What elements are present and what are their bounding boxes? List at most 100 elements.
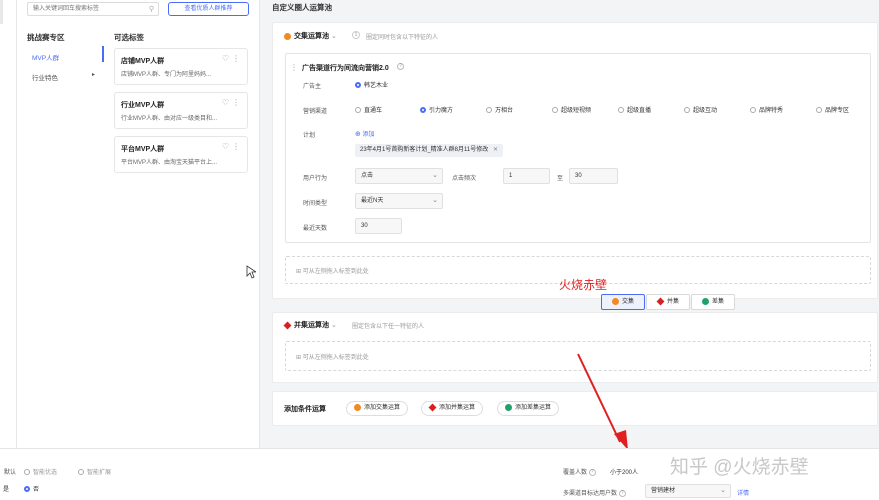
left-nav-strip <box>0 0 17 448</box>
click-from-value: 1 <box>509 173 513 179</box>
pool-count-badge: 1 <box>352 31 360 39</box>
click-to-value: 30 <box>575 173 582 179</box>
op-intersect-button[interactable]: 交集 <box>601 294 645 310</box>
click-frequency-label: 点击频次 <box>452 176 477 182</box>
drag-handle-icon[interactable]: ⋮ <box>232 98 240 107</box>
add-plan-button[interactable]: ⊕ 添加 <box>355 129 375 138</box>
no-label: 否 <box>33 487 40 493</box>
intersect-icon <box>284 32 291 40</box>
advertiser-label: 广告主 <box>303 84 322 90</box>
no-option[interactable]: 否 <box>24 484 39 493</box>
close-icon[interactable]: ✕ <box>493 147 498 153</box>
radio-icon[interactable] <box>552 107 558 114</box>
behavior-value: 点击 <box>361 173 374 179</box>
yes-option[interactable]: 是 <box>3 484 9 493</box>
coverage-label: 覆盖人数 ? <box>563 467 596 476</box>
default-label: 默认 <box>4 470 17 476</box>
red-annotation-text: 火烧赤壁 <box>559 278 608 292</box>
op-union-button[interactable]: 并集 <box>646 294 690 310</box>
channel-option-short-video[interactable]: 超级短视频 <box>552 105 591 114</box>
tag-card[interactable]: 平台MVP人群 ♡ ⋮ 平台MVP人群、由淘宝天猫平台上... <box>114 136 248 173</box>
radio-icon[interactable] <box>816 107 822 114</box>
add-diff-button[interactable]: 添加差集运算 <box>497 401 560 416</box>
tag-card[interactable]: 店铺MVP人群 ♡ ⋮ 店铺MVP人群、专门为阿里妈妈... <box>114 48 248 85</box>
radio-icon[interactable] <box>78 469 84 476</box>
click-frequency-to-input[interactable]: 30 <box>569 168 618 184</box>
channel-option-label: 超级互动 <box>693 108 718 114</box>
radio-selected-icon[interactable] <box>24 486 30 493</box>
radio-icon[interactable] <box>684 107 690 114</box>
tag-search-box[interactable]: ⚲ <box>27 2 159 16</box>
op-diff-button[interactable]: 差集 <box>691 294 735 310</box>
drop-hint-text: 可从左侧拖入标签到此处 <box>302 269 369 275</box>
intersect-pool-name: 交集运算池 <box>294 33 329 40</box>
radio-icon[interactable] <box>355 107 361 114</box>
recent-days-input[interactable]: 30 <box>355 218 402 234</box>
default-option: 默认 <box>4 467 16 476</box>
intersect-icon <box>611 297 619 305</box>
caret-right-icon: ▸ <box>92 72 96 78</box>
category-industry-feature[interactable]: 行业特色 <box>32 72 58 82</box>
add-intersect-button[interactable]: 添加交集运算 <box>346 401 409 416</box>
yes-label: 是 <box>3 487 10 493</box>
drag-handle-icon[interactable]: ⋮ <box>232 142 240 151</box>
click-frequency-from-input[interactable]: 1 <box>503 168 550 184</box>
help-icon[interactable]: ? <box>397 63 404 70</box>
radio-icon[interactable] <box>618 107 624 114</box>
advertiser-option[interactable]: 韩艺木业 <box>355 80 388 89</box>
challenge-zone-title: 挑战赛专区 <box>27 33 65 42</box>
range-to-label: 至 <box>557 176 564 182</box>
channel-option-interact[interactable]: 超级互动 <box>684 105 717 114</box>
favorite-heart-icon[interactable]: ♡ <box>222 98 229 107</box>
channel-option-label: 超级短视频 <box>561 108 592 114</box>
coverage-label-text: 覆盖人数 <box>563 470 588 476</box>
channel-option-brand-show[interactable]: 品牌特秀 <box>750 105 783 114</box>
chevron-down-icon[interactable]: ⌄ <box>331 322 337 329</box>
drop-hint: ⊞ 可从左侧拖入标签到此处 <box>296 266 369 275</box>
category-mvp-audience[interactable]: MVP人群 <box>32 52 59 62</box>
tag-card-title: 店铺MVP人群 <box>121 58 165 65</box>
time-type-label: 时间类型 <box>303 201 328 207</box>
radio-icon[interactable] <box>750 107 756 114</box>
chevron-down-icon: ⌄ <box>720 487 726 494</box>
drag-handle-icon[interactable]: ⋮ <box>290 63 298 72</box>
favorite-heart-icon[interactable]: ♡ <box>222 142 229 151</box>
multi-channel-select[interactable]: 营销建材 ⌄ <box>645 484 731 498</box>
view-recommended-audience-button[interactable]: 查看优质人群推荐 <box>168 2 249 16</box>
red-arrow-annotation <box>577 353 628 450</box>
drag-handle-icon[interactable]: ⋮ <box>232 54 240 63</box>
page-title: 自定义圈人运算池 <box>272 3 332 12</box>
behavior-select[interactable]: 点击 ⌄ <box>355 168 443 184</box>
channel-option-brand-zone[interactable]: 品牌专区 <box>816 105 849 114</box>
radio-icon[interactable] <box>24 469 30 476</box>
tag-card[interactable]: 行业MVP人群 ♡ ⋮ 行业MVP人群、由对应一级类目和... <box>114 92 248 129</box>
channel-option-live[interactable]: 超级直播 <box>618 105 651 114</box>
radio-selected-icon[interactable] <box>420 107 426 114</box>
multi-channel-label: 多渠道目标达用户数 ? <box>563 488 626 497</box>
favorite-heart-icon[interactable]: ♡ <box>222 54 229 63</box>
search-icon[interactable]: ⚲ <box>149 5 154 13</box>
channel-option-label: 品牌专区 <box>825 108 850 114</box>
detail-link[interactable]: 详情 <box>737 488 749 497</box>
chevron-down-icon[interactable]: ⌄ <box>331 33 337 40</box>
behavior-label: 用户行为 <box>303 176 328 182</box>
channel-option-ztc[interactable]: 直通车 <box>355 105 382 114</box>
help-icon[interactable]: ? <box>588 468 596 476</box>
tag-search-input[interactable] <box>28 3 140 15</box>
diff-icon <box>505 403 512 411</box>
union-pool-name: 并集运算池 <box>294 322 329 329</box>
channel-option-ylmf[interactable]: 引力魔方 <box>420 105 453 114</box>
add-intersect-label: 添加交集运算 <box>364 405 401 411</box>
add-union-button[interactable]: 添加并集运算 <box>421 401 484 416</box>
coverage-value: 小于200人 <box>610 470 639 476</box>
smart-expand-option[interactable]: 智能扩展 <box>78 467 111 476</box>
smart-optimize-option[interactable]: 智能优选 <box>24 467 57 476</box>
radio-icon[interactable] <box>486 107 492 114</box>
condition-title: 广告渠道行为间流向营销2.0 <box>302 65 389 72</box>
channel-option-wxt[interactable]: 万相台 <box>486 105 513 114</box>
nav-strip-highlight <box>0 0 3 24</box>
radio-selected-icon[interactable] <box>355 82 361 89</box>
tag-card-desc: 店铺MVP人群、专门为阿里妈妈... <box>121 72 212 78</box>
time-type-select[interactable]: 最近N天 ⌄ <box>355 193 443 209</box>
help-icon[interactable]: ? <box>618 489 626 497</box>
